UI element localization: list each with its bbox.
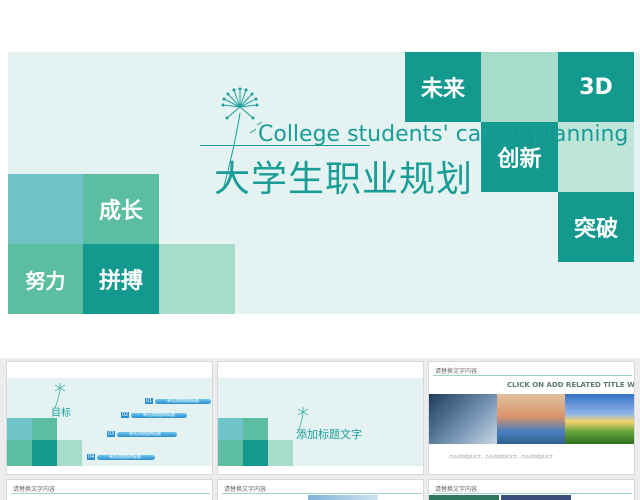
row-text: 单击添加您的标题 bbox=[143, 412, 175, 417]
row-number: 02 bbox=[121, 412, 129, 418]
mini-tile bbox=[32, 440, 57, 466]
slide-top-label: 请替换文字内容 bbox=[13, 486, 56, 493]
photo-students bbox=[497, 394, 565, 444]
mini-tile bbox=[57, 440, 82, 466]
slide-top-label: 请替换文字内容 bbox=[435, 368, 478, 375]
mini-tile bbox=[243, 418, 268, 440]
row-text: 单击添加您的标题 bbox=[129, 431, 161, 436]
row-text: 单击添加您的标题 bbox=[167, 398, 199, 403]
tile-blank bbox=[159, 244, 235, 314]
slide-banner: CLICK ON ADD RELATED TITLE WORDS bbox=[507, 381, 635, 389]
divider-line bbox=[433, 493, 632, 494]
thumbnail-slide-5[interactable]: 请替换文字内容 bbox=[217, 479, 424, 500]
row-text: 单击添加您的标题 bbox=[109, 454, 141, 459]
tile-struggle: 拼搏 bbox=[83, 244, 159, 314]
tile-blank bbox=[481, 52, 558, 122]
photo-field bbox=[565, 394, 634, 444]
slide-top-label: 请替换文字内容 bbox=[224, 486, 267, 493]
mini-tile bbox=[7, 440, 32, 466]
thumbnail-slide-1[interactable]: 目标 01 单击添加您的标题 02 单击添加您的标题 03 单击添加您的标题 0… bbox=[6, 361, 213, 475]
tile-future: 未来 bbox=[405, 52, 481, 122]
slide-heading: 目标 bbox=[51, 408, 71, 419]
slide-top-label: 请替换文字内容 bbox=[435, 486, 478, 493]
tile-blank bbox=[8, 174, 83, 244]
photo-strip bbox=[501, 495, 571, 500]
mini-tile bbox=[32, 418, 57, 440]
photo-strip bbox=[429, 495, 499, 500]
main-slide[interactable]: 未来 3D 创新 突破 成长 努力 拼搏 College students' c… bbox=[0, 0, 640, 358]
row-number: 03 bbox=[107, 431, 115, 437]
mini-tile bbox=[7, 418, 32, 440]
tile-3d: 3D bbox=[558, 52, 634, 122]
mini-tile bbox=[218, 418, 243, 440]
thumbnail-slide-4[interactable]: 请替换文字内容 bbox=[6, 479, 213, 500]
row-number: 04 bbox=[87, 454, 95, 460]
slide-thumbnail-strip: 目标 01 单击添加您的标题 02 单击添加您的标题 03 单击添加您的标题 0… bbox=[0, 358, 640, 500]
tile-effort: 努力 bbox=[8, 244, 83, 314]
thumbnail-slide-6[interactable]: 请替换文字内容 bbox=[428, 479, 635, 500]
slide-caption: 点击添加相关文字，点击添加相关文字，点击添加相关文字 bbox=[449, 454, 553, 459]
slide-heading: 添加标题文字 bbox=[296, 428, 362, 441]
mini-tile bbox=[268, 440, 293, 466]
photo-strip bbox=[308, 495, 378, 500]
mini-tile bbox=[218, 440, 243, 466]
title-english: College students' career planning bbox=[258, 122, 629, 147]
row-number: 01 bbox=[145, 398, 153, 404]
thumbnail-slide-3[interactable]: 请替换文字内容 CLICK ON ADD RELATED TITLE WORDS… bbox=[428, 361, 635, 475]
divider-line bbox=[433, 375, 632, 376]
tile-growth: 成长 bbox=[83, 174, 159, 244]
divider-line bbox=[222, 493, 421, 494]
tile-breakthrough: 突破 bbox=[558, 192, 634, 262]
divider-line bbox=[11, 493, 210, 494]
thumbnail-slide-2[interactable]: 添加标题文字 bbox=[217, 361, 424, 475]
mini-tile bbox=[243, 440, 268, 466]
title-chinese: 大学生职业规划 bbox=[214, 159, 474, 200]
photo-city bbox=[429, 394, 497, 444]
